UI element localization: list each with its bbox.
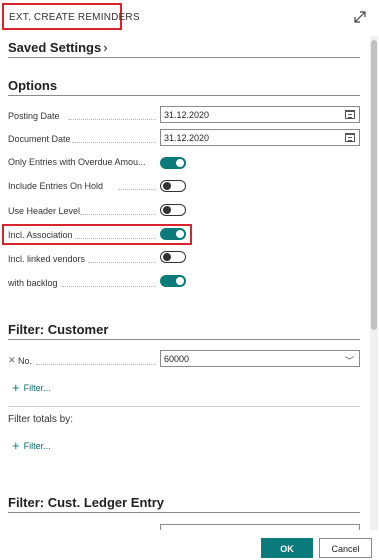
posting-date-value: 31.12.2020 xyxy=(164,110,210,120)
filter-customer-divider xyxy=(8,339,360,340)
add-filter-label: Filter... xyxy=(23,383,51,393)
dialog-footer: OK Cancel xyxy=(0,530,379,560)
document-date-label: Document Date xyxy=(8,134,71,144)
toggle-label-backlog: with backlog xyxy=(8,278,58,288)
toggle-label-association: Incl. Association xyxy=(8,230,73,240)
toggle-include-on-hold[interactable] xyxy=(160,180,186,192)
filter-customer-heading: Filter: Customer xyxy=(8,322,109,337)
cancel-button[interactable]: Cancel xyxy=(319,538,372,558)
calendar-icon[interactable] xyxy=(345,133,355,142)
toggle-incl-association[interactable] xyxy=(160,228,186,240)
saved-settings-divider xyxy=(8,57,360,58)
filter-totals-label: Filter totals by: xyxy=(8,414,74,425)
posting-date-label: Posting Date xyxy=(8,111,60,121)
filter-ledger-divider xyxy=(8,512,360,513)
plus-icon: + xyxy=(12,380,20,395)
create-reminders-dialog: EXT. CREATE REMINDERS Saved Settings › Op… xyxy=(0,0,379,560)
add-filter-label: Filter... xyxy=(23,441,51,451)
customer-no-field[interactable]: 60000 ﹀ xyxy=(160,350,360,367)
document-date-field[interactable]: 31.12.2020 xyxy=(160,129,360,146)
saved-settings-link[interactable]: Saved Settings › xyxy=(8,40,108,55)
dialog-title: EXT. CREATE REMINDERS xyxy=(9,12,140,23)
leader-dots xyxy=(80,214,156,215)
toggle-knob xyxy=(163,182,171,190)
toggle-label-header-level: Use Header Level xyxy=(8,206,81,216)
chevron-down-icon[interactable]: ﹀ xyxy=(345,354,354,367)
toggle-knob xyxy=(163,253,171,261)
plus-icon: + xyxy=(12,438,20,453)
leader-dots xyxy=(72,142,156,143)
remove-filter-icon[interactable]: ✕ xyxy=(8,355,16,366)
toggle-overdue-entries[interactable] xyxy=(160,157,186,169)
toggle-knob xyxy=(176,230,184,238)
customer-no-label: No. xyxy=(18,356,33,366)
toggle-label-overdue: Only Entries with Overdue Amou... xyxy=(8,157,146,167)
toggle-use-header-level[interactable] xyxy=(160,204,186,216)
options-divider xyxy=(8,95,360,96)
totals-divider xyxy=(8,406,360,407)
toggle-knob xyxy=(176,159,184,167)
leader-dots xyxy=(75,238,156,239)
totals-add-filter[interactable]: + Filter... xyxy=(12,438,51,453)
chevron-right-icon: › xyxy=(103,40,108,55)
leader-dots xyxy=(62,286,156,287)
scrollbar-thumb[interactable] xyxy=(371,40,377,330)
customer-no-value: 60000 xyxy=(164,354,190,364)
toggle-knob xyxy=(163,206,171,214)
expand-icon[interactable] xyxy=(352,9,368,25)
ok-button[interactable]: OK xyxy=(261,538,313,558)
leader-dots xyxy=(88,262,156,263)
toggle-label-on-hold: Include Entries On Hold xyxy=(8,181,104,191)
toggle-knob xyxy=(176,277,184,285)
options-heading: Options xyxy=(8,78,58,93)
toggle-incl-linked-vendors[interactable] xyxy=(160,251,186,263)
document-date-value: 31.12.2020 xyxy=(164,133,210,143)
saved-settings-label: Saved Settings xyxy=(8,40,102,55)
leader-dots xyxy=(118,189,156,190)
filter-ledger-heading: Filter: Cust. Ledger Entry xyxy=(8,495,165,510)
leader-dots xyxy=(36,364,156,365)
leader-dots xyxy=(68,119,156,120)
toggle-label-linked-vendors: Incl. linked vendors xyxy=(8,254,86,264)
posting-date-field[interactable]: 31.12.2020 xyxy=(160,106,360,123)
customer-add-filter[interactable]: + Filter... xyxy=(12,380,51,395)
toggle-with-backlog[interactable] xyxy=(160,275,186,287)
calendar-icon[interactable] xyxy=(345,110,355,119)
